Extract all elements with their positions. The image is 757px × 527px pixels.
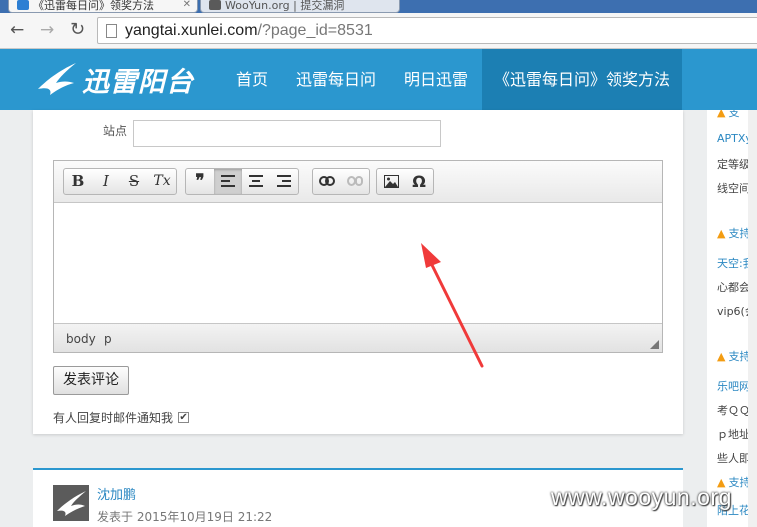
- insert-button-group: Ω: [376, 168, 434, 195]
- align-center-button[interactable]: [242, 169, 270, 194]
- path-body[interactable]: body: [66, 332, 96, 346]
- tab-active[interactable]: 《迅雷每日问》领奖方法 ✕: [8, 0, 198, 13]
- image-icon: [383, 175, 399, 188]
- thunder-bird-avatar-icon: [57, 491, 86, 516]
- editor-toolbar: B I S Tx ❞ Ω: [54, 161, 662, 203]
- vote-support[interactable]: ▲ 支持: [717, 348, 750, 364]
- vote-support[interactable]: ▲ 支: [717, 110, 739, 120]
- image-button[interactable]: [377, 169, 405, 194]
- site-label: 站点: [103, 124, 128, 138]
- align-right-button[interactable]: [270, 169, 298, 194]
- clear-format-button[interactable]: Tx: [148, 169, 176, 194]
- comment-author[interactable]: 沈加鹏: [97, 484, 136, 503]
- comment-form: 站点 B I S Tx ❞ Ω body p 发表评论 有人回复时邮件通知我 ✔: [33, 110, 683, 434]
- xunlei-favicon-icon: [17, 0, 29, 10]
- tab-title: WooYun.org | 提交漏洞: [225, 0, 345, 12]
- avatar[interactable]: [53, 485, 89, 521]
- align-left-button[interactable]: [214, 169, 242, 194]
- nav-home[interactable]: 首页: [222, 49, 282, 110]
- tab-strip: 《迅雷每日问》领奖方法 ✕ WooYun.org | 提交漏洞: [0, 0, 757, 13]
- close-tab-icon[interactable]: ✕: [183, 0, 191, 10]
- site-logo[interactable]: 迅雷阳台: [36, 61, 194, 97]
- strikethrough-button[interactable]: S: [120, 169, 148, 194]
- watermark: www.wooyun.org: [551, 484, 732, 510]
- unlink-button[interactable]: [341, 169, 369, 194]
- site-input[interactable]: [133, 120, 441, 147]
- element-path-bar: body p: [54, 323, 662, 352]
- rich-text-editor: B I S Tx ❞ Ω body p: [53, 160, 663, 353]
- special-character-button[interactable]: Ω: [405, 169, 433, 194]
- up-arrow-icon: ▲: [717, 227, 726, 240]
- nav-award-method[interactable]: 《迅雷每日问》领奖方法: [482, 49, 683, 110]
- reload-icon[interactable]: ↻: [70, 20, 85, 40]
- link-button[interactable]: [313, 169, 341, 194]
- block-button-group: ❞: [185, 168, 299, 195]
- page-icon: [106, 24, 117, 38]
- browser-toolbar: ← → ↻ yangtai.xunlei.com/?page_id=8531: [0, 13, 757, 49]
- thunder-bird-logo-icon: [38, 63, 76, 95]
- notify-checkbox[interactable]: ✔: [178, 412, 190, 423]
- align-left-icon: [221, 175, 235, 187]
- main-nav: 首页 迅雷每日问 明日迅雷 《迅雷每日问》领奖方法: [222, 49, 683, 110]
- notify-option: 有人回复时邮件通知我 ✔: [53, 409, 190, 426]
- tab-title: 《迅雷每日问》领奖方法: [33, 0, 154, 12]
- url-text[interactable]: yangtai.xunlei.com/?page_id=8531: [125, 22, 373, 40]
- align-right-icon: [277, 175, 291, 187]
- up-arrow-icon: ▲: [717, 110, 726, 119]
- notify-label: 有人回复时邮件通知我: [53, 411, 174, 425]
- resize-grip-icon[interactable]: [650, 340, 659, 349]
- nav-tomorrow-xunlei[interactable]: 明日迅雷: [390, 49, 482, 110]
- nav-daily-question[interactable]: 迅雷每日问: [282, 49, 390, 110]
- site-header: 迅雷阳台 首页 迅雷每日问 明日迅雷 《迅雷每日问》领奖方法: [0, 49, 757, 110]
- unlink-icon: [347, 176, 363, 186]
- format-button-group: B I S Tx: [63, 168, 177, 195]
- wooyun-favicon-icon: [209, 0, 221, 10]
- blockquote-button[interactable]: ❞: [186, 169, 214, 194]
- logo-text: 迅雷阳台: [82, 66, 194, 97]
- scrollbar[interactable]: [748, 110, 757, 527]
- forward-arrow-icon[interactable]: →: [40, 20, 54, 40]
- submit-comment-button[interactable]: 发表评论: [53, 366, 129, 395]
- vote-support[interactable]: ▲ 支持: [717, 225, 750, 241]
- italic-button[interactable]: I: [92, 169, 120, 194]
- bold-button[interactable]: B: [64, 169, 92, 194]
- back-arrow-icon[interactable]: ←: [10, 20, 24, 40]
- align-center-icon: [249, 175, 263, 187]
- comment-date: 发表于 2015年10月19日 21:22: [97, 510, 273, 524]
- address-bar[interactable]: yangtai.xunlei.com/?page_id=8531: [97, 17, 757, 44]
- path-p[interactable]: p: [104, 332, 112, 346]
- link-icon: [319, 176, 335, 186]
- tab-wooyun[interactable]: WooYun.org | 提交漏洞: [200, 0, 400, 13]
- comment-textarea[interactable]: [54, 203, 662, 323]
- link-button-group: [312, 168, 370, 195]
- up-arrow-icon: ▲: [717, 350, 726, 363]
